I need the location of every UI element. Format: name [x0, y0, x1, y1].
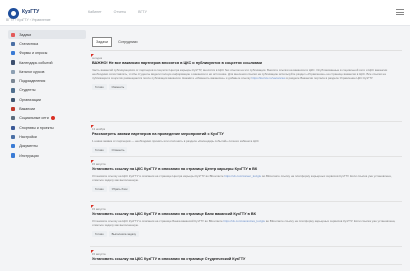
task-link[interactable]: https://vk.com/career_kuzgtu: [224, 174, 261, 178]
task-action-button[interactable]: Готово: [92, 231, 107, 237]
sidebar-item-label: Подразделения: [19, 79, 46, 84]
students-icon: [11, 88, 16, 93]
top-nav: Кабинет Отчеты ВГТУ: [88, 10, 147, 14]
task-text-tail: в разделе Вакансии портала в разделе Упр…: [286, 76, 373, 80]
task-date: сегодня: [92, 56, 103, 60]
sidebar-item[interactable]: Календарь событий: [8, 58, 86, 67]
sidebar-item-label: Задачи: [19, 32, 32, 37]
sidebar-item-label: Социальные сети: [19, 116, 49, 121]
sidebar-item-label: Настройки: [19, 134, 37, 139]
task-action-button[interactable]: Готово: [92, 84, 107, 90]
task-actions: Готово Выполнила задачу: [92, 231, 400, 237]
settings-icon: [11, 134, 16, 139]
task-date: 15 августа: [92, 207, 106, 211]
task-text: 1 новая заявка от партнеров — необходимо…: [92, 139, 259, 143]
topnav-item[interactable]: Отчеты: [114, 10, 126, 14]
pin-icon: [91, 249, 94, 253]
top-bar: КузГТУ ВГТУ › КузГТУ › Управление Кабине…: [0, 0, 410, 26]
task-date: 15 августа: [92, 252, 106, 256]
sidebar-item-label: Спортивы и проекты: [19, 125, 54, 130]
task-action-button[interactable]: Готово: [92, 186, 107, 192]
task-title[interactable]: Установить ссылку на ЦКС КузГТУ в описан…: [92, 257, 400, 261]
instructions-icon: [11, 153, 16, 158]
sidebar-item-label: Каталог курсов: [19, 69, 45, 74]
pin-icon: [91, 204, 94, 208]
pin-icon: [91, 124, 94, 128]
task-title[interactable]: Установить ссылку на ЦКС КузГТУ в описан…: [92, 212, 400, 216]
pin-icon: [91, 159, 94, 163]
social-icon: [11, 116, 16, 121]
sidebar-item-label: Статистика: [19, 41, 39, 46]
task-action-button[interactable]: Отменить: [108, 147, 128, 153]
organizations-icon: [11, 97, 16, 102]
task-action-button[interactable]: Выполнила задачу: [108, 231, 140, 237]
task-description: Часть вакансий публикующихся от партнеро…: [92, 68, 400, 80]
sidebar-item-label: Организации: [19, 97, 41, 102]
sidebar-item-label: Вакансии: [19, 107, 36, 112]
sidebar-item[interactable]: Студенты: [8, 86, 86, 95]
task-title[interactable]: Рассмотреть заявки партнеров на проведен…: [92, 132, 400, 136]
task-description: Установите ссылку на ЦКС КузГТУ в описан…: [92, 219, 400, 227]
tab-divider: [90, 50, 402, 51]
task-date: 13 ноября: [92, 127, 106, 131]
tasks-icon: [11, 32, 16, 37]
departments-icon: [11, 79, 16, 84]
topnav-item[interactable]: ВГТУ: [138, 10, 147, 14]
tab-employees[interactable]: Сотрудники: [114, 37, 141, 47]
task-link[interactable]: https://kuzstu.ru/vacancies: [251, 76, 285, 80]
task-actions: Готово Отменить: [92, 147, 400, 153]
task-date: 15 августа: [92, 162, 106, 166]
catalog-icon: [11, 69, 16, 74]
sidebar-item[interactable]: Статистика: [8, 39, 86, 48]
tabs: Задачи Сотрудники: [92, 37, 402, 47]
task-item: 13 ноября Рассмотреть заявки партнеров на…: [90, 125, 402, 157]
task-actions: Готово Изменить: [92, 84, 400, 90]
sidebar-item[interactable]: Организации: [8, 95, 86, 104]
documents-icon: [11, 144, 16, 149]
pin-icon: [91, 53, 94, 57]
task-item: 15 августа Установить ссылку на ЦКС КузГТ…: [90, 250, 402, 265]
stats-icon: [11, 41, 16, 47]
task-title[interactable]: ВАЖНО! Не все вакансии партнеров вносятс…: [92, 61, 400, 65]
sidebar-item-label: Формы и опросы: [19, 51, 48, 56]
sidebar-item[interactable]: Формы и опросы: [8, 49, 86, 58]
task-item: 15 августа Установить ссылку на ЦКС КузГТ…: [90, 160, 402, 202]
sidebar-item-label: Документы: [19, 144, 38, 149]
sidebar: Задачи Статистика Формы и опросы Календарь …: [8, 30, 86, 160]
sidebar-item-label: Инструкции: [19, 153, 39, 158]
sidebar-item[interactable]: Инструкции: [8, 151, 86, 160]
task-item: сегодня ВАЖНО! Не все вакансии партнеров …: [90, 54, 402, 122]
sidebar-item[interactable]: Каталог курсов: [8, 67, 86, 76]
sidebar-item[interactable]: Документы: [8, 142, 86, 151]
vacancies-icon: [11, 106, 16, 112]
task-description: Установите ссылку на ЦКС КузГТУ в описан…: [92, 174, 400, 182]
hamburger-menu-icon[interactable]: [396, 9, 404, 15]
sidebar-item-label: Студенты: [19, 88, 36, 93]
sidebar-item[interactable]: Подразделения: [8, 76, 86, 85]
task-actions: Готово Убрать блок: [92, 186, 400, 192]
task-link[interactable]: https://vk.com/vacancies_kuzgtu: [223, 219, 265, 223]
task-action-button[interactable]: Изменить: [108, 84, 128, 90]
main-content: Задачи Сотрудники сегодня ВАЖНО! Не все в…: [90, 37, 402, 268]
task-list: сегодня ВАЖНО! Не все вакансии партнеров …: [90, 54, 402, 265]
sidebar-item[interactable]: Вакансии: [8, 104, 86, 113]
forms-icon: [11, 51, 16, 56]
breadcrumb[interactable]: ВГТУ › КузГТУ › Управление: [6, 18, 50, 22]
topnav-item[interactable]: Кабинет: [88, 10, 102, 14]
task-description: 1 новая заявка от партнеров — необходимо…: [92, 139, 400, 143]
brand-name[interactable]: КузГТУ: [22, 9, 39, 15]
tab-tasks[interactable]: Задачи: [92, 37, 113, 47]
sidebar-item[interactable]: Задачи: [8, 30, 86, 40]
sidebar-item-label: Календарь событий: [19, 60, 53, 65]
sidebar-item[interactable]: Социальные сети: [8, 114, 86, 123]
calendar-icon: [11, 60, 16, 65]
task-action-button[interactable]: Убрать блок: [108, 186, 131, 192]
task-item: 15 августа Установить ссылку на ЦКС КузГТ…: [90, 205, 402, 247]
projects-icon: [11, 125, 16, 130]
task-action-button[interactable]: Готово: [92, 147, 107, 153]
notification-badge-icon: [50, 116, 55, 121]
sidebar-item[interactable]: Спортивы и проекты: [8, 123, 86, 132]
sidebar-item[interactable]: Настройки: [8, 132, 86, 141]
task-title[interactable]: Установить ссылку на ЦКС КузГТУ в описан…: [92, 167, 400, 171]
